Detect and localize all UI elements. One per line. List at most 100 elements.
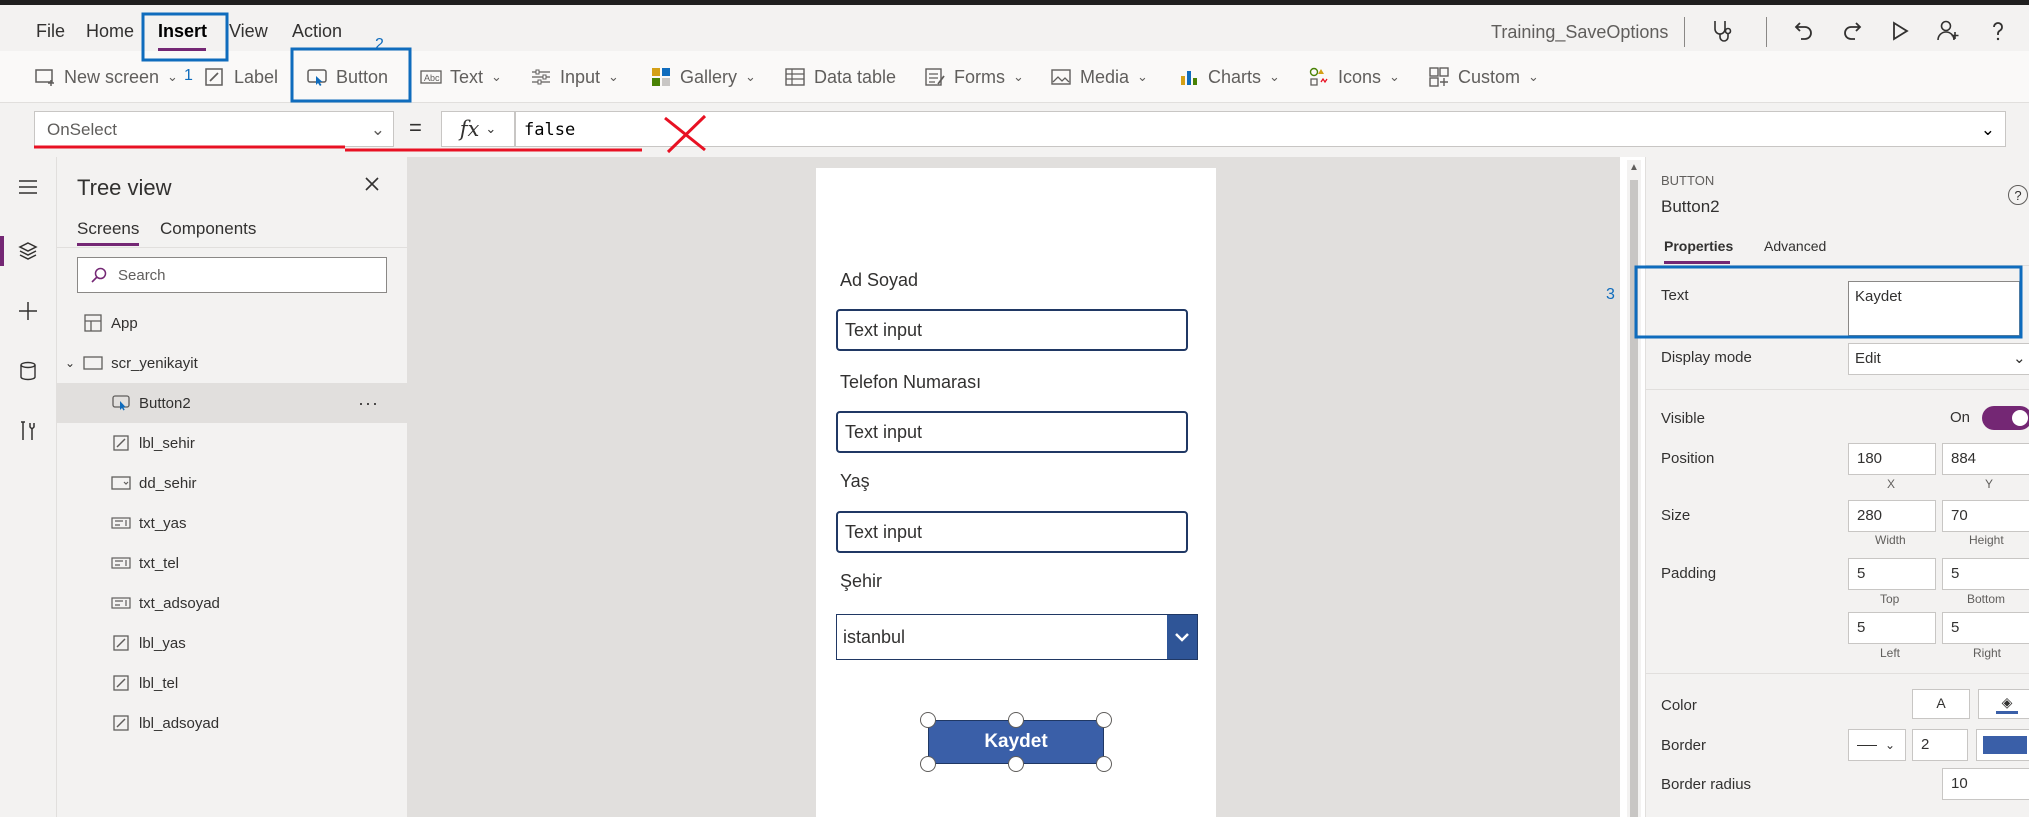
border-width-input[interactable]: 2 — [1912, 729, 1968, 761]
resize-handle[interactable] — [1008, 712, 1024, 728]
txt-adsoyad[interactable]: Text input — [836, 309, 1188, 351]
chevron-down-icon[interactable]: ⌄ — [65, 356, 75, 370]
font-color-icon: A — [1932, 695, 1950, 714]
tree-item-lbl-adsoyad[interactable]: lbl_adsoyad — [57, 703, 407, 743]
resize-handle[interactable] — [1096, 756, 1112, 772]
tree-item-txt-adsoyad[interactable]: txt_adsoyad — [57, 583, 407, 623]
lbl-sehir[interactable]: Şehir — [840, 571, 882, 592]
tools-icon[interactable] — [10, 413, 46, 449]
annotation-step-3: 3 — [1606, 286, 1615, 303]
text-property-label: Text — [1661, 287, 1689, 304]
layers-icon[interactable] — [10, 233, 46, 269]
resize-handle[interactable] — [1008, 756, 1024, 772]
text-color-button[interactable]: A — [1912, 689, 1970, 719]
divider — [1646, 265, 2029, 266]
icons-button[interactable]: Icons ⌄ — [1308, 65, 1400, 89]
plus-icon[interactable] — [10, 293, 46, 329]
bottom-caption: Bottom — [1967, 592, 2006, 606]
height-caption: Height — [1969, 533, 2004, 547]
lbl-yas[interactable]: Yaş — [840, 471, 870, 492]
resize-handle[interactable] — [920, 756, 936, 772]
dd-sehir[interactable]: istanbul — [836, 614, 1198, 660]
padding-right-input[interactable]: 5 — [1942, 612, 2029, 644]
lbl-adsoyad[interactable]: Ad Soyad — [840, 270, 918, 291]
stethoscope-icon[interactable] — [1706, 15, 1738, 47]
scroll-thumb[interactable] — [1630, 180, 1638, 817]
new-screen-button[interactable]: New screen ⌄ — [34, 65, 178, 89]
button-icon — [306, 66, 328, 88]
input-button[interactable]: Input ⌄ — [530, 65, 619, 89]
text-button[interactable]: Abc Text ⌄ — [420, 65, 502, 89]
tree-item-lbl-tel[interactable]: lbl_tel — [57, 663, 407, 703]
border-style-dropdown[interactable]: ⌄ — [1848, 729, 1906, 761]
resize-handle[interactable] — [1096, 712, 1112, 728]
charts-button[interactable]: Charts ⌄ — [1178, 65, 1280, 89]
chevron-down-icon[interactable] — [1167, 615, 1197, 659]
more-options-icon[interactable]: ··· — [358, 393, 379, 414]
redo-icon[interactable] — [1836, 15, 1868, 47]
database-icon[interactable] — [10, 353, 46, 389]
text-property-input[interactable]: Kaydet — [1848, 281, 2020, 336]
tab-screens[interactable]: Screens — [77, 219, 139, 239]
label-button[interactable]: Label — [204, 65, 278, 89]
padding-top-input[interactable]: 5 — [1848, 558, 1936, 590]
tree-item-txt-tel[interactable]: txt_tel — [57, 543, 407, 583]
tree-item-app[interactable]: App — [57, 303, 407, 343]
share-user-icon[interactable] — [1932, 15, 1964, 47]
button-button[interactable]: Button — [306, 65, 388, 89]
play-icon[interactable] — [1884, 15, 1916, 47]
tree-item-button2[interactable]: Button2 ··· — [57, 383, 407, 423]
tree-item-txt-yas[interactable]: txt_yas — [57, 503, 407, 543]
control-name[interactable]: Button2 — [1661, 197, 1720, 217]
resize-handle[interactable] — [920, 712, 936, 728]
txt-yas[interactable]: Text input — [836, 511, 1188, 553]
media-icon — [1050, 66, 1072, 88]
menu-home[interactable]: Home — [86, 21, 134, 42]
property-dropdown[interactable]: OnSelect ⌄ — [34, 111, 394, 147]
help-icon[interactable]: ? — [2008, 185, 2028, 205]
tab-advanced[interactable]: Advanced — [1764, 238, 1826, 254]
close-icon[interactable] — [363, 175, 381, 198]
tree-item-lbl-yas[interactable]: lbl_yas — [57, 623, 407, 663]
expand-formula-icon[interactable]: ⌄ — [1981, 120, 1995, 140]
border-color-button[interactable] — [1976, 729, 2029, 761]
undo-icon[interactable] — [1788, 15, 1820, 47]
tree-item-dd-sehir[interactable]: dd_sehir — [57, 463, 407, 503]
label-icon — [111, 673, 131, 693]
size-width-input[interactable]: 280 — [1848, 500, 1936, 532]
position-x-input[interactable]: 180 — [1848, 443, 1936, 475]
txt-tel[interactable]: Text input — [836, 411, 1188, 453]
menu-insert[interactable]: Insert — [158, 21, 207, 42]
app-screen[interactable]: Ad Soyad Text input Telefon Numarası Tex… — [816, 168, 1216, 817]
canvas-scrollbar[interactable]: ▲ — [1627, 160, 1641, 817]
tab-properties[interactable]: Properties — [1664, 238, 1733, 254]
custom-button[interactable]: Custom ⌄ — [1428, 65, 1539, 89]
gallery-button[interactable]: Gallery ⌄ — [650, 65, 756, 89]
equals-sign: = — [409, 115, 422, 140]
fill-color-button[interactable]: ◈ — [1978, 689, 2029, 719]
lbl-tel[interactable]: Telefon Numarası — [840, 372, 981, 393]
display-mode-dropdown[interactable]: Edit ⌄ — [1848, 343, 2029, 375]
menu-action[interactable]: Action — [292, 21, 342, 42]
hamburger-menu-icon[interactable] — [10, 169, 46, 205]
fx-button[interactable]: fx ⌄ — [441, 111, 515, 147]
menu-view[interactable]: View — [229, 21, 268, 42]
border-radius-input[interactable]: 10 — [1942, 768, 2029, 800]
toggle-knob — [2012, 410, 2028, 426]
tree-item-screen[interactable]: ⌄ scr_yenikayit — [57, 343, 407, 383]
size-height-input[interactable]: 70 — [1942, 500, 2029, 532]
scroll-up-arrow-icon[interactable]: ▲ — [1629, 162, 1639, 173]
visible-toggle[interactable] — [1982, 406, 2029, 430]
data-table-button[interactable]: Data table — [784, 65, 896, 89]
tree-search-input[interactable]: Search — [77, 257, 387, 293]
position-y-input[interactable]: 884 — [1942, 443, 2029, 475]
media-button[interactable]: Media ⌄ — [1050, 65, 1148, 89]
padding-bottom-input[interactable]: 5 — [1942, 558, 2029, 590]
forms-button[interactable]: Forms ⌄ — [924, 65, 1024, 89]
tab-components[interactable]: Components — [160, 219, 256, 239]
padding-left-input[interactable]: 5 — [1848, 612, 1936, 644]
tree-item-lbl-sehir[interactable]: lbl_sehir — [57, 423, 407, 463]
help-icon[interactable] — [1982, 15, 2014, 47]
formula-input[interactable]: false ⌄ — [515, 111, 2006, 147]
menu-file[interactable]: File — [36, 21, 65, 42]
